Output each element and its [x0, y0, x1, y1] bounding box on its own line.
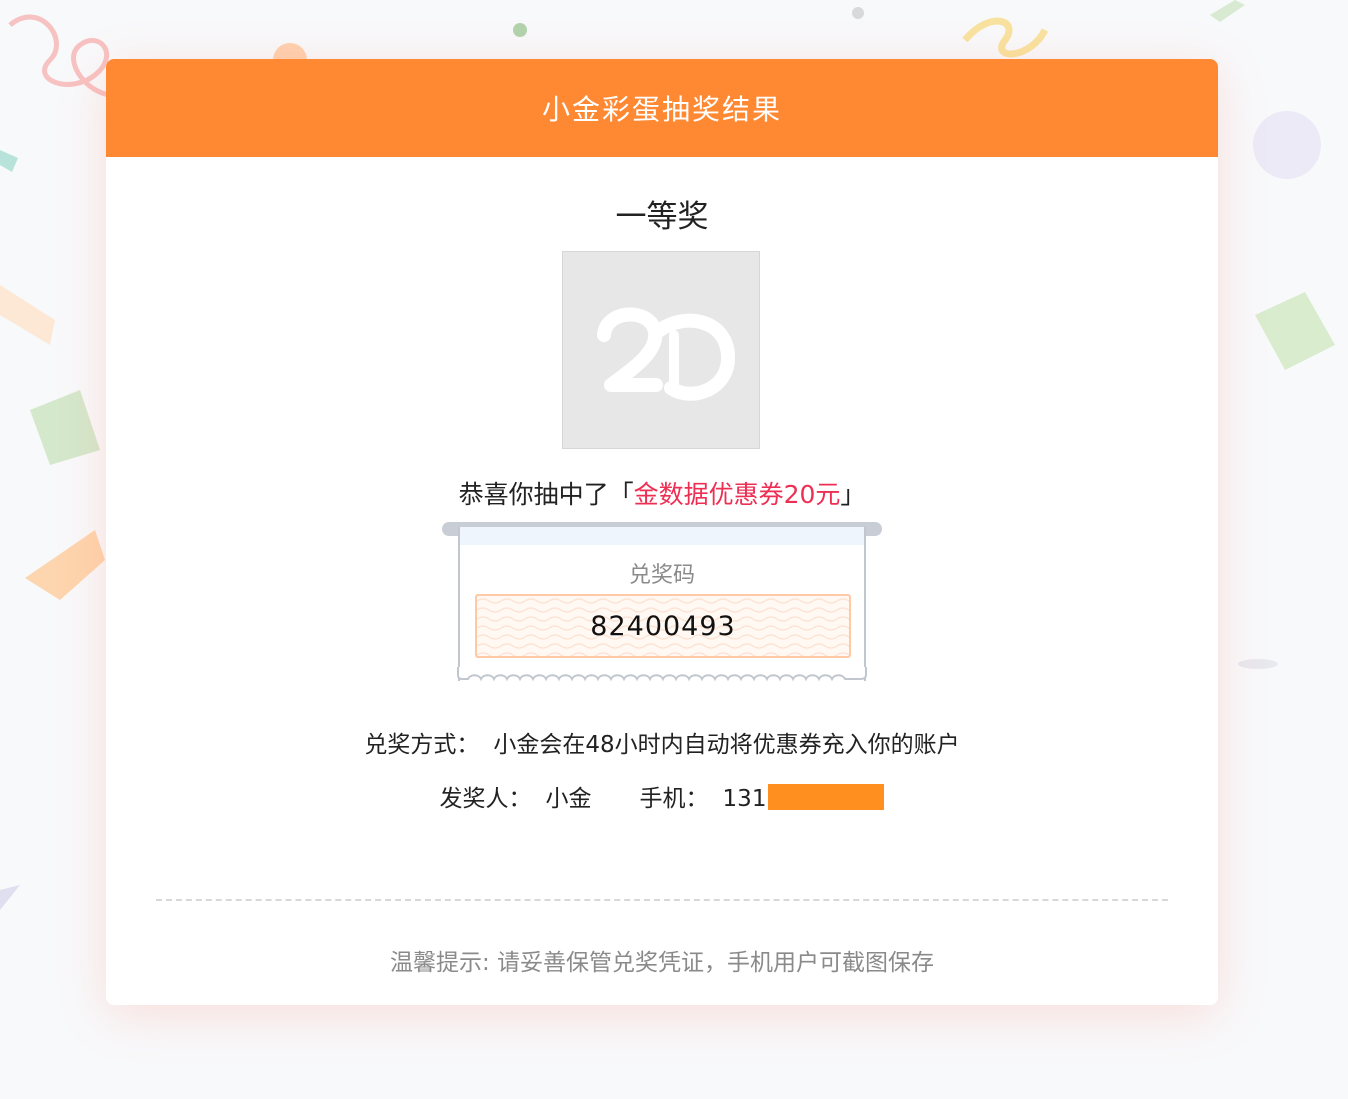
issuer-value: 小金	[545, 786, 592, 812]
congrats-prefix: 恭喜你抽中了「	[458, 480, 634, 509]
phone-prefix: 131	[722, 786, 767, 812]
redeem-code: 82400493	[590, 610, 736, 642]
redeem-method-label: 兑奖方式：	[364, 732, 480, 758]
ticket-scallop-edge	[457, 667, 867, 682]
issuer-label: 发奖人：	[439, 786, 532, 812]
congrats-message: 恭喜你抽中了「金数据优惠券20元」	[106, 475, 1218, 511]
prize-placeholder-logo-icon	[597, 307, 735, 401]
issuer-row: 发奖人： 小金 手机： 131	[106, 779, 1218, 813]
phone-redaction	[768, 784, 885, 810]
congrats-suffix: 」	[840, 480, 866, 509]
footer-tip: 温馨提示: 请妥善保管兑奖凭证，手机用户可截图保存	[389, 950, 935, 976]
prize-name: 金数据优惠券20元	[633, 480, 841, 509]
page-title: 小金彩蛋抽奖结果	[541, 93, 782, 126]
lottery-result-card: 小金彩蛋抽奖结果 一等奖 恭喜你抽中了「金数据优惠券20元」 兑奖码 82400…	[106, 59, 1218, 1005]
redeem-code-box: 82400493	[475, 594, 851, 658]
ticket-label: 兑奖码	[628, 563, 695, 588]
redeem-ticket: 兑奖码 82400493	[458, 527, 866, 681]
ticket-top-band	[460, 527, 864, 545]
prize-image	[562, 251, 760, 449]
card-header: 小金彩蛋抽奖结果	[106, 59, 1218, 157]
prize-level: 一等奖	[615, 199, 709, 235]
redeem-method-value: 小金会在48小时内自动将优惠券充入你的账户	[493, 732, 960, 758]
phone-label: 手机：	[639, 786, 709, 812]
dashed-divider	[156, 899, 1168, 901]
redeem-method-row: 兑奖方式： 小金会在48小时内自动将优惠券充入你的账户	[106, 725, 1218, 759]
